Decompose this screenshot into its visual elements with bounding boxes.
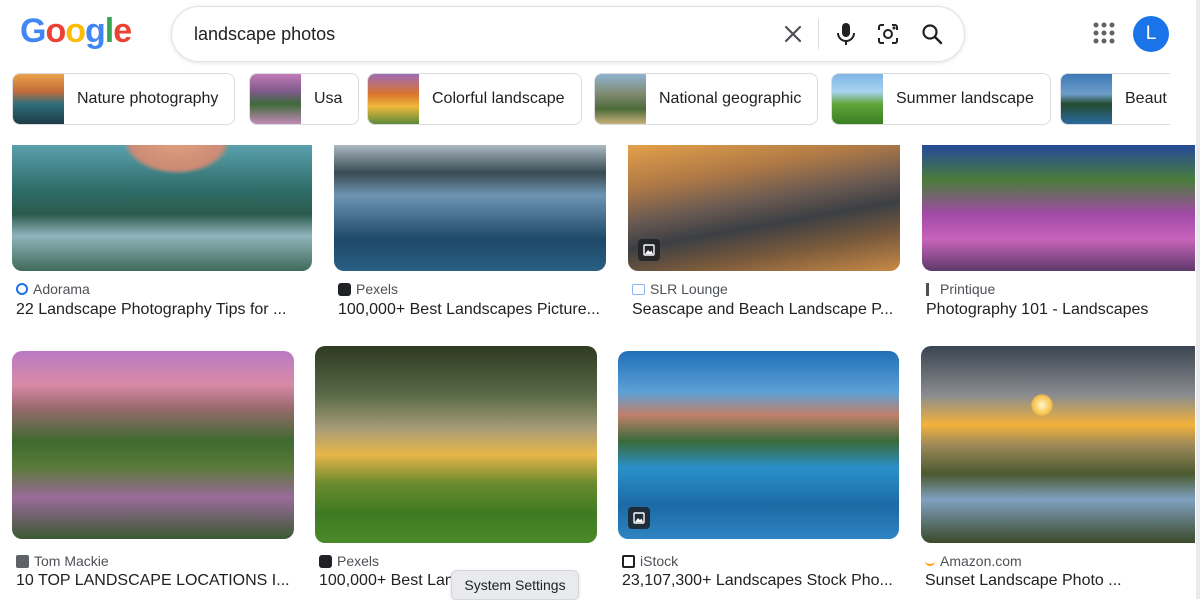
result-card[interactable]: Adorama 22 Landscape Photography Tips fo… (12, 145, 312, 325)
logo-letter: o (65, 12, 86, 50)
chip-national-geographic[interactable]: National geographic (594, 73, 819, 125)
result-source: Pexels (319, 553, 379, 569)
tom-mackie-icon (16, 554, 29, 568)
chip-label: Nature photography (77, 90, 219, 107)
result-image[interactable] (921, 346, 1195, 543)
chip-colorful-landscape[interactable]: Colorful landscape (367, 73, 582, 125)
result-image[interactable] (618, 351, 899, 539)
mic-icon[interactable] (832, 20, 860, 48)
search-divider (818, 19, 819, 49)
google-logo[interactable]: Google (20, 12, 132, 51)
result-title[interactable]: Sunset Landscape Photo ... (925, 572, 1191, 590)
chip-thumbnail (595, 74, 646, 124)
camera-lens-icon[interactable] (874, 20, 902, 48)
logo-letter: G (20, 12, 46, 50)
result-source-label: iStock (640, 553, 679, 569)
result-card[interactable]: iStock 23,107,300+ Landscapes Stock Pho.… (618, 351, 899, 599)
search-box[interactable] (171, 6, 965, 62)
result-source: iStock (622, 553, 678, 569)
result-card[interactable]: Pexels 100,000+ Best Lan (315, 346, 597, 599)
chip-label: Usa (314, 90, 343, 107)
image-icon (638, 239, 660, 261)
result-title[interactable]: Seascape and Beach Landscape P... (632, 301, 898, 319)
result-image[interactable] (922, 145, 1195, 271)
logo-letter: o (45, 12, 66, 50)
avatar[interactable]: L (1133, 16, 1169, 52)
chip-label: Summer landscape (896, 90, 1034, 107)
search-icon[interactable] (918, 20, 946, 48)
result-title[interactable]: Photography 101 - Landscapes (926, 301, 1192, 319)
result-title-text: 100,000+ Best Lan (319, 572, 454, 589)
pexels-icon (319, 554, 332, 568)
result-source: Tom Mackie (16, 553, 109, 569)
result-card[interactable]: Tom Mackie 10 TOP LANDSCAPE LOCATIONS I.… (12, 351, 294, 599)
result-title[interactable]: 10 TOP LANDSCAPE LOCATIONS I... (16, 572, 292, 590)
chip-thumbnail (832, 74, 883, 124)
result-image[interactable] (12, 145, 312, 271)
result-source: Amazon.com (925, 553, 1022, 569)
result-source-label: Amazon.com (940, 553, 1022, 569)
result-source-label: Pexels (356, 281, 399, 297)
amazon-icon (925, 557, 935, 566)
result-source: Adorama (16, 281, 90, 297)
chip-usa[interactable]: Usa (249, 73, 360, 125)
chip-thumbnail (250, 74, 301, 124)
istock-icon (622, 554, 635, 568)
result-image[interactable] (315, 346, 597, 543)
close-icon[interactable] (779, 20, 807, 48)
result-source-label: Printique (940, 281, 996, 297)
result-image[interactable] (628, 145, 900, 271)
chip-label: Colorful landscape (432, 90, 565, 107)
result-source-label: SLR Lounge (650, 281, 728, 297)
scrollbar[interactable] (1196, 0, 1200, 599)
result-card[interactable]: Printique Photography 101 - Landscapes (922, 145, 1195, 325)
chip-label: Beaut (1125, 90, 1167, 107)
result-source: SLR Lounge (632, 281, 728, 297)
printique-icon (926, 282, 935, 296)
result-title[interactable]: 23,107,300+ Landscapes Stock Pho... (622, 572, 894, 590)
chip-thumbnail (1061, 74, 1112, 124)
result-card[interactable]: Amazon.com Sunset Landscape Photo ... (921, 346, 1195, 599)
result-title[interactable]: 100,000+ Best Landscapes Picture... (338, 301, 604, 319)
result-source-label: Tom Mackie (34, 553, 109, 569)
pexels-icon (338, 282, 351, 296)
chip-beautiful[interactable]: Beaut (1060, 73, 1170, 125)
logo-letter: l (104, 12, 115, 50)
chip-thumbnail (368, 74, 419, 124)
header: Google L (0, 0, 1200, 68)
result-source-label: Adorama (33, 281, 90, 297)
chip-label: National geographic (659, 90, 802, 107)
logo-letter: g (85, 12, 106, 50)
image-icon (628, 507, 650, 529)
logo-letter: e (113, 12, 132, 50)
result-source: Pexels (338, 281, 398, 297)
adorama-icon (16, 283, 28, 295)
result-image[interactable] (334, 145, 606, 271)
result-source: Printique (926, 281, 995, 297)
chip-summer-landscape[interactable]: Summer landscape (831, 73, 1051, 125)
search-input[interactable] (192, 19, 756, 49)
chip-thumbnail (13, 74, 64, 124)
filter-chips-bar: Nature photography Usa Colorful landscap… (0, 72, 1170, 128)
slr-lounge-icon (632, 283, 645, 295)
result-source-label: Pexels (337, 553, 380, 569)
chip-nature-photography[interactable]: Nature photography (12, 73, 236, 125)
system-settings-tooltip: System Settings (451, 570, 579, 600)
apps-grid-icon[interactable] (1090, 19, 1118, 47)
result-title[interactable]: 22 Landscape Photography Tips for ... (16, 301, 306, 319)
result-card[interactable]: Pexels 100,000+ Best Landscapes Picture.… (334, 145, 606, 325)
result-image[interactable] (12, 351, 294, 539)
result-card[interactable]: SLR Lounge Seascape and Beach Landscape … (628, 145, 900, 325)
